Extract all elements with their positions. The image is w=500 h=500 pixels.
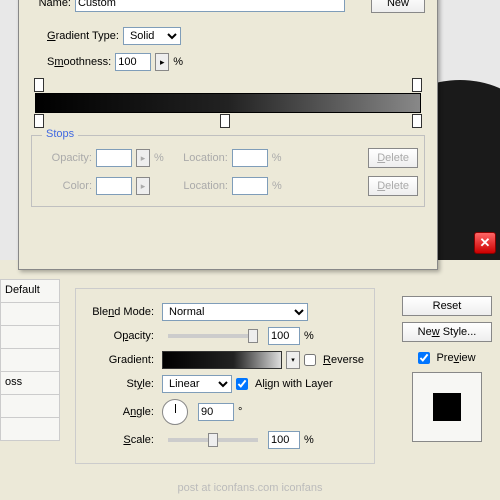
style-label: Style: (84, 378, 154, 390)
sidebar-item[interactable] (0, 348, 60, 372)
delete-color-stop-button: Delete (368, 176, 418, 196)
sidebar-item[interactable] (0, 302, 60, 326)
scale-label: Scale: (84, 434, 154, 446)
align-checkbox[interactable] (236, 378, 248, 390)
preview-box (412, 372, 482, 442)
sidebar-item[interactable] (0, 394, 60, 418)
percent-label: % (173, 56, 183, 68)
opacity-stop-left[interactable] (34, 78, 44, 92)
gradient-type-label: Gradient Type: (47, 30, 119, 42)
stop-color-input (96, 177, 132, 195)
right-column: Reset New Style... Preview (402, 296, 492, 442)
gradient-bar[interactable] (35, 93, 421, 113)
angle-input[interactable] (198, 403, 234, 421)
preview-swatch (433, 393, 461, 421)
opacity-label: Opacity: (84, 330, 154, 342)
stop-opacity-spinner: ▸ (136, 149, 150, 167)
scale-slider[interactable] (168, 438, 258, 442)
reverse-label: Reverse (323, 354, 364, 366)
stop-color-spinner: ▸ (136, 177, 150, 195)
smoothness-label: Smoothness: (47, 56, 111, 68)
new-button[interactable]: New (371, 0, 425, 13)
name-input[interactable] (75, 0, 345, 12)
style-select[interactable]: Linear (162, 375, 232, 393)
color-stop-left[interactable] (34, 114, 44, 128)
color-stop-mid[interactable] (220, 114, 230, 128)
opacity-stop-right[interactable] (412, 78, 422, 92)
reverse-checkbox[interactable] (304, 354, 316, 366)
reset-button[interactable]: Reset (402, 296, 492, 316)
scale-input[interactable] (268, 431, 300, 449)
blend-mode-select[interactable]: Normal (162, 303, 308, 321)
gradient-label: Gradient: (84, 354, 154, 366)
opacity-slider[interactable] (168, 334, 258, 338)
smoothness-spinner[interactable]: ▸ (155, 53, 169, 71)
gradient-dropdown-icon[interactable]: ▾ (286, 351, 300, 369)
preview-label: Preview (436, 352, 475, 364)
angle-label: Angle: (84, 406, 154, 418)
sidebar-item[interactable] (0, 417, 60, 441)
stop-location-label-1: Location: (168, 152, 228, 164)
credit-text: post at iconfans.com iconfans (0, 482, 500, 494)
stop-location-label-2: Location: (168, 180, 228, 192)
align-label: Align with Layer (255, 378, 333, 390)
angle-dial[interactable] (162, 399, 188, 425)
stop-location-input-2 (232, 177, 268, 195)
name-label: Name: (31, 0, 71, 9)
stop-location-input-1 (232, 149, 268, 167)
gradient-overlay-options: Blend Mode: Normal Opacity: % Gradient: … (75, 288, 375, 464)
stop-opacity-input (96, 149, 132, 167)
opacity-input[interactable] (268, 327, 300, 345)
preview-checkbox[interactable] (418, 352, 430, 364)
smoothness-input[interactable] (115, 53, 151, 71)
color-stop-right[interactable] (412, 114, 422, 128)
close-icon[interactable]: ✕ (474, 232, 496, 254)
stops-fieldset: Stops Opacity: ▸ % Location: % Delete Co… (31, 135, 425, 207)
stop-opacity-label: Opacity: (38, 152, 92, 164)
gradient-type-select[interactable]: Solid (123, 27, 181, 45)
stops-legend: Stops (42, 128, 78, 140)
delete-opacity-stop-button: Delete (368, 148, 418, 168)
gradient-editor-dialog: Name: New Gradient Type: Solid Smoothnes… (18, 0, 438, 270)
sidebar-item-oss[interactable]: oss (0, 371, 60, 395)
style-list: Default oss (0, 280, 60, 441)
stop-color-label: Color: (38, 180, 92, 192)
gradient-swatch[interactable] (162, 351, 282, 369)
new-style-button[interactable]: New Style... (402, 322, 492, 342)
sidebar-item-default[interactable]: Default (0, 279, 60, 303)
blend-mode-label: Blend Mode: (84, 306, 154, 318)
sidebar-item[interactable] (0, 325, 60, 349)
